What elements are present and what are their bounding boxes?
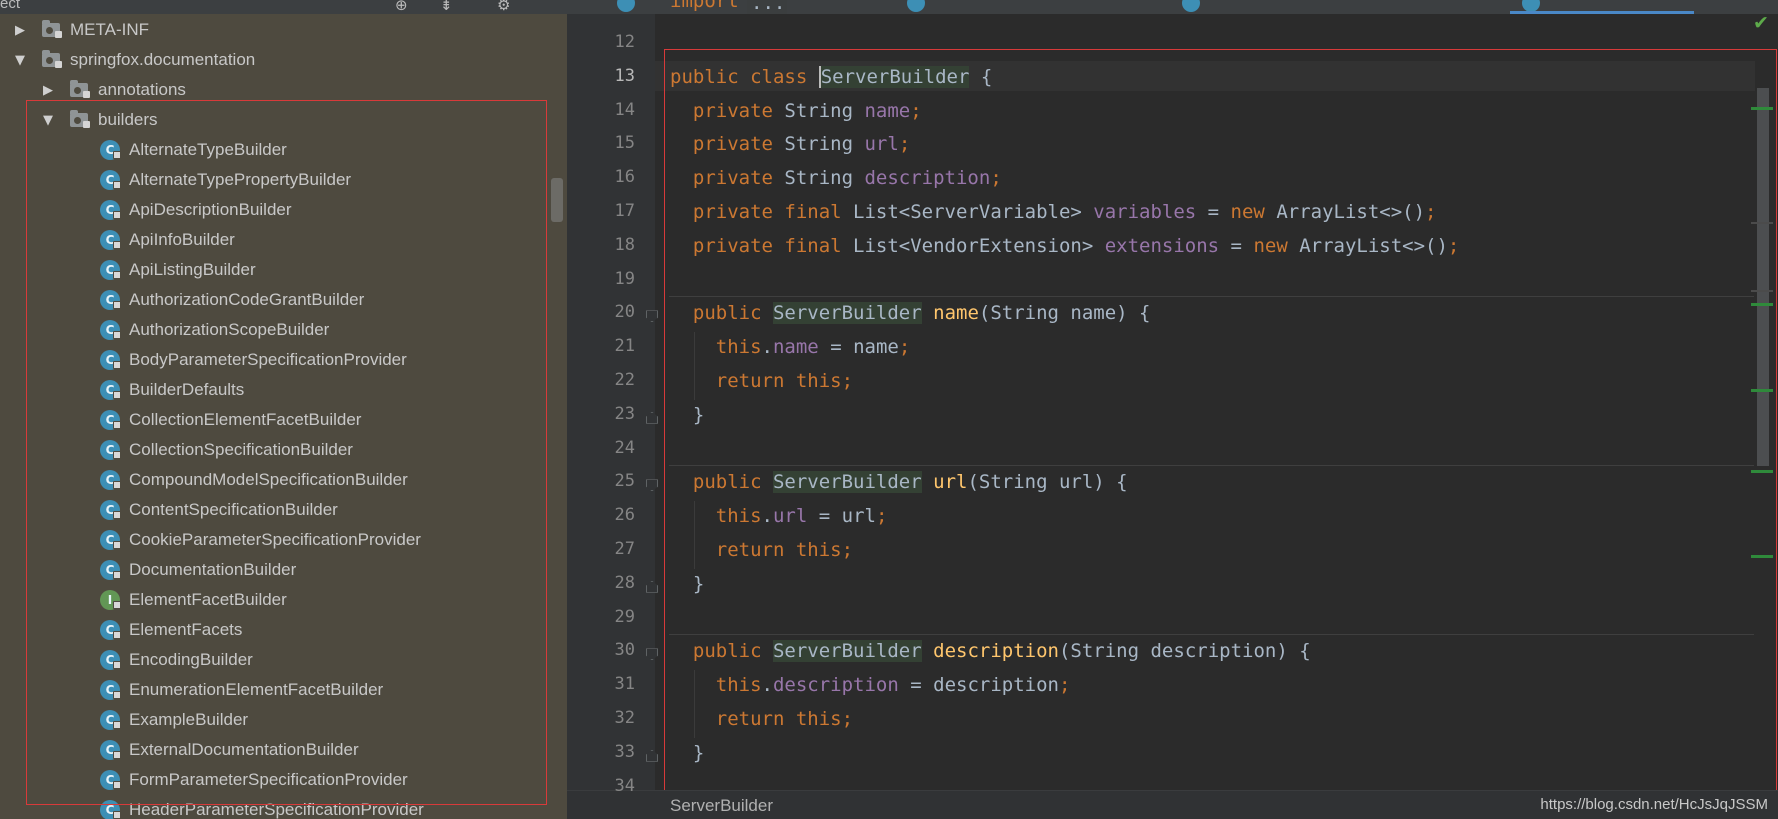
project-toolbar: ect ⊕ ⇟ ⚙ (0, 0, 567, 14)
line-number: 25 (614, 471, 635, 492)
collapse-icon[interactable]: ⇟ (440, 0, 453, 14)
code-editor[interactable]: import ... public class ServerBuilder { … (567, 0, 1778, 819)
line-number: 31 (614, 674, 635, 695)
indent-guide (694, 670, 695, 738)
project-title: ect (0, 0, 21, 12)
tree-item[interactable]: ▼ springfox.documentation (10, 45, 255, 75)
line-number: 27 (614, 539, 635, 559)
line-number: 34 (614, 775, 635, 796)
method-separator (669, 465, 1754, 467)
expanded-arrow-icon[interactable]: ▼ (10, 53, 30, 68)
watermark-text: https://blog.csdn.net/HcJsJqJSSM (1540, 796, 1768, 813)
line-number: 16 (614, 167, 635, 188)
project-tool-window: ect ⊕ ⇟ ⚙ ▶ META-INF ▼ springfox.documentat… (0, 0, 567, 819)
method-separator (669, 634, 1754, 636)
line-number: 15 (614, 133, 635, 154)
locate-icon[interactable]: ⊕ (395, 0, 408, 14)
tab-active[interactable] (1522, 0, 1692, 12)
tree-scrollbar[interactable] (551, 178, 563, 222)
line-number: 19 (614, 268, 635, 289)
active-tab-underline (1510, 11, 1694, 14)
line-number: 24 (614, 437, 635, 458)
package-icon (68, 80, 92, 100)
annotation-box-tree (26, 100, 547, 805)
indent-guide (694, 501, 695, 569)
folded-imports[interactable]: import ... (670, 0, 800, 14)
line-number: 30 (614, 640, 635, 661)
line-number: 13 (614, 65, 635, 86)
package-icon (40, 20, 64, 40)
line-number: 32 (614, 708, 635, 728)
class-icon (617, 0, 635, 12)
annotation-box-code (664, 49, 1777, 797)
indent-guide (694, 332, 695, 400)
collapsed-arrow-icon[interactable]: ▶ (10, 23, 30, 38)
tree-item-label: META-INF (70, 20, 150, 39)
gear-icon[interactable]: ⚙ (497, 0, 510, 14)
breadcrumb-item[interactable]: ServerBuilder (670, 796, 773, 816)
checkmark-icon[interactable]: ✔ (1753, 12, 1769, 34)
collapsed-arrow-icon[interactable]: ▶ (38, 83, 58, 98)
import-keyword: import (670, 0, 739, 12)
line-number: 21 (614, 336, 635, 357)
tab[interactable] (907, 0, 1137, 12)
line-number: 23 (614, 403, 635, 424)
tab[interactable] (1182, 0, 1472, 12)
class-icon (1182, 0, 1200, 12)
tree-item-label: springfox.documentation (70, 50, 256, 69)
class-icon (907, 0, 925, 12)
fold-placeholder[interactable]: ... (747, 0, 787, 14)
line-number: 33 (614, 741, 635, 762)
line-number: 28 (614, 572, 635, 593)
tree-item[interactable]: ▶ META-INF (10, 15, 149, 45)
editor-tabs: import ... (567, 0, 1778, 14)
line-number: 20 (614, 302, 635, 323)
line-number: 22 (614, 370, 635, 390)
line-number: 18 (614, 234, 635, 255)
method-separator (669, 296, 1754, 298)
line-number: 12 (614, 32, 635, 52)
tree-item-label: annotations (98, 80, 186, 99)
line-number: 14 (614, 99, 635, 120)
line-number: 17 (614, 201, 635, 221)
line-number: 26 (614, 505, 635, 526)
package-icon (40, 50, 64, 70)
line-number: 29 (614, 606, 635, 627)
